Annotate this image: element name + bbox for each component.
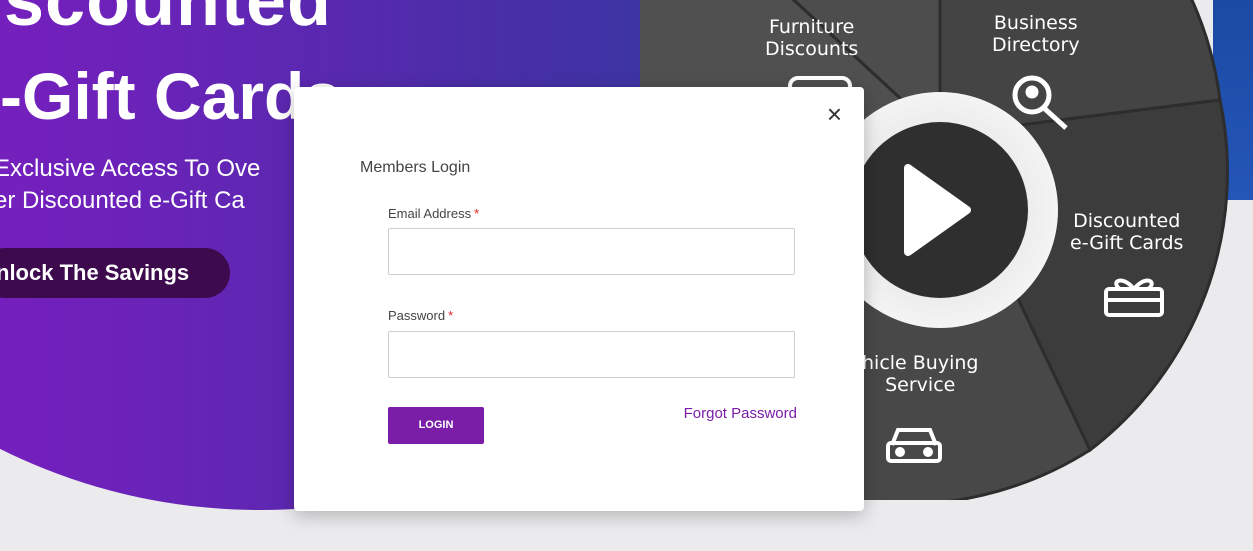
required-mark: * [474,206,480,221]
password-label-text: Password [388,308,446,323]
forgot-password-link[interactable]: Forgot Password [684,405,797,422]
login-modal: × Members Login Email Address * Password *… [294,87,864,511]
segment-label-giftcards: Discounted e-Gift Cards [1070,210,1184,254]
unlock-savings-button[interactable]: nlock The Savings [0,248,230,298]
hero-title-line2: -Gift Cards [0,59,342,133]
segment-label-furniture: Furniture Discounts [765,16,859,60]
password-label: Password * [388,308,453,323]
hero-subtitle-line2: er Discounted e-Gift Ca [0,187,245,214]
email-label: Email Address * [388,206,479,221]
segment-label-business: Business Directory [992,12,1080,56]
email-label-text: Email Address [388,206,472,221]
login-button[interactable]: LOGIN [388,407,484,444]
close-icon[interactable]: × [827,101,842,127]
password-field[interactable] [388,331,795,378]
hero-title-line1: scounted [4,0,333,41]
required-mark: * [448,308,454,323]
modal-title: Members Login [360,159,471,176]
email-field[interactable] [388,228,795,275]
segment-label-vehicle: hicle Buying Service [862,352,979,396]
hero-subtitle-line1: Exclusive Access To Ove [0,155,261,182]
page-background: scounted -Gift Cards Exclusive Access To… [0,0,1253,551]
